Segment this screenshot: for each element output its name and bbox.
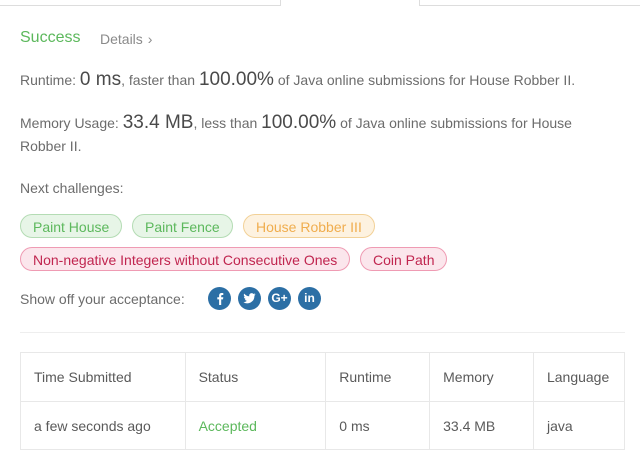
challenge-chip-non-negative-integers[interactable]: Non-negative Integers without Consecutiv…	[20, 247, 351, 271]
cell-memory: 33.4 MB	[429, 401, 534, 450]
cell-runtime: 0 ms	[325, 401, 431, 450]
col-header-status[interactable]: Status	[184, 352, 327, 402]
tab-submissions-active[interactable]	[280, 0, 420, 6]
runtime-prefix: Runtime:	[20, 72, 80, 88]
col-header-runtime[interactable]: Runtime	[325, 352, 431, 402]
cell-time-submitted: a few seconds ago	[20, 401, 186, 450]
accepted-status-link[interactable]: Accepted	[199, 418, 257, 434]
twitter-icon[interactable]	[238, 287, 261, 310]
tab-discuss[interactable]	[419, 0, 640, 6]
memory-value: 33.4 MB	[122, 112, 194, 133]
tab-description[interactable]	[0, 0, 280, 6]
memory-prefix: Memory Usage:	[20, 115, 123, 131]
challenge-chip-house-robber-iii[interactable]: House Robber III	[243, 214, 375, 238]
submissions-table: Time Submitted Status Runtime Memory Lan…	[20, 352, 626, 450]
section-divider	[20, 332, 625, 333]
details-link[interactable]: Details ›	[100, 31, 152, 47]
challenge-chip-coin-path[interactable]: Coin Path	[360, 247, 448, 271]
success-status: Success	[20, 29, 81, 46]
tab-strip	[0, 0, 640, 6]
challenge-chip-paint-fence[interactable]: Paint Fence	[132, 214, 233, 238]
details-label: Details	[100, 31, 143, 47]
chevron-right-icon: ›	[147, 31, 153, 47]
cell-language: java	[532, 401, 626, 450]
share-label: Show off your acceptance:	[20, 291, 185, 307]
col-header-language[interactable]: Language	[532, 352, 626, 402]
runtime-middle: , faster than	[121, 72, 199, 88]
challenge-chip-paint-house[interactable]: Paint House	[20, 214, 123, 238]
col-header-memory[interactable]: Memory	[429, 352, 534, 402]
table-header-row: Time Submitted Status Runtime Memory Lan…	[20, 352, 626, 402]
facebook-icon[interactable]	[208, 287, 231, 310]
runtime-value: 0 ms	[79, 69, 122, 90]
memory-middle: , less than	[193, 115, 262, 131]
runtime-percent: 100.00%	[198, 69, 274, 90]
col-header-time-submitted[interactable]: Time Submitted	[20, 352, 186, 402]
google-plus-icon[interactable]: G+	[268, 287, 291, 310]
memory-stat: Memory Usage: 33.4 MB, less than 100.00%…	[20, 111, 600, 158]
memory-percent: 100.00%	[261, 112, 337, 133]
runtime-stat: Runtime: 0 ms, faster than 100.00% of Ja…	[20, 68, 600, 92]
runtime-suffix: of Java online submissions for House Rob…	[273, 72, 576, 88]
table-row: a few seconds ago Accepted 0 ms 33.4 MB …	[20, 401, 626, 450]
cell-status: Accepted	[184, 401, 327, 450]
next-challenges-label: Next challenges:	[20, 180, 124, 196]
linkedin-icon[interactable]: in	[298, 287, 321, 310]
